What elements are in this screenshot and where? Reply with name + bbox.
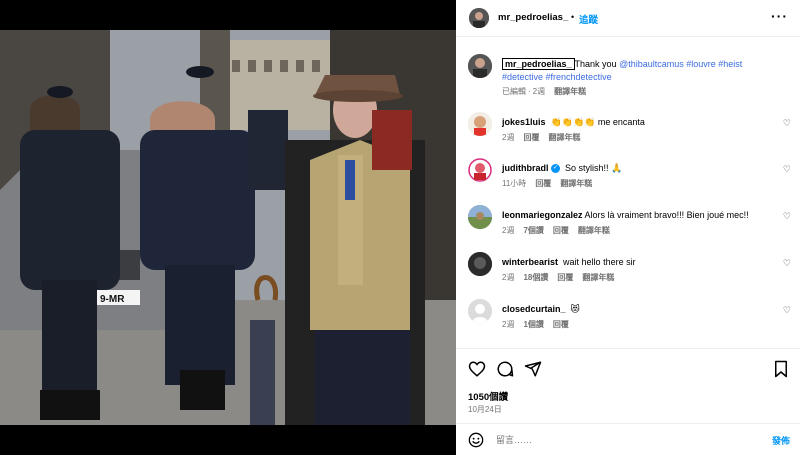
translate-button[interactable]: 翻譯年糕 xyxy=(582,273,614,282)
author-avatar[interactable] xyxy=(469,8,489,28)
emoji-icon[interactable] xyxy=(468,432,484,448)
comment-body: wait hello there sir xyxy=(563,257,636,267)
comment-like-heart-icon[interactable]: ♡ xyxy=(783,164,791,175)
reply-button[interactable]: 回覆 xyxy=(553,226,569,235)
comment-meta: 11小時 回覆 翻譯年糕 xyxy=(502,178,601,189)
translate-button[interactable]: 翻譯年糕 xyxy=(578,226,610,235)
comment-username[interactable]: judithbradl xyxy=(502,163,549,173)
comment-meta: 2週 7個讚 回覆 翻譯年糕 xyxy=(502,225,619,236)
comment-likes-count[interactable]: 18個讚 xyxy=(523,273,548,282)
comment-text: jokes1luis 👏👏👏👏 me encanta xyxy=(502,116,772,129)
comment-text: closedcurtain_ 😻 xyxy=(502,303,772,316)
comment-time[interactable]: 2週 xyxy=(502,226,514,235)
comment-text: winterbearist wait hello there sir xyxy=(502,256,772,269)
comment-text: leonmariegonzalez Alors là vraiment brav… xyxy=(502,209,772,222)
comment-like-heart-icon[interactable]: ♡ xyxy=(783,211,791,222)
comment-time[interactable]: 11小時 xyxy=(502,179,526,188)
edited-label: 已編輯 xyxy=(502,87,526,96)
comment-like-heart-icon[interactable]: ♡ xyxy=(783,305,791,316)
comment-username[interactable]: winterbearist xyxy=(502,257,558,267)
post-photo[interactable]: 9-MR xyxy=(0,0,456,455)
comment-like-heart-icon[interactable]: ♡ xyxy=(783,258,791,269)
comment-avatar[interactable] xyxy=(468,112,492,136)
comment-time[interactable]: 2週 xyxy=(502,273,514,282)
caption-time[interactable]: 2週 xyxy=(533,87,545,96)
caption-body: Thank you xyxy=(574,59,620,69)
caption-meta-separator: · xyxy=(528,87,531,96)
reply-button[interactable]: 回覆 xyxy=(535,179,551,188)
follow-button[interactable]: 追蹤 xyxy=(579,12,598,26)
bookmark-icon[interactable] xyxy=(772,360,790,378)
comment-icon[interactable] xyxy=(496,360,514,378)
caption-hashtags-2[interactable]: #detective #frenchdetective xyxy=(502,72,612,82)
post-date[interactable]: 10月24日 xyxy=(468,404,502,415)
author-username[interactable]: mr_pedroelias_ xyxy=(498,12,568,23)
comment-likes-count[interactable]: 1個讚 xyxy=(523,320,543,329)
comment-body: 👏👏👏👏 me encanta xyxy=(550,117,645,127)
caption-meta: 已編輯 · 2週 翻譯年糕 xyxy=(502,86,595,97)
comment-body: 😻 xyxy=(570,304,580,314)
comment-avatar[interactable] xyxy=(468,205,492,229)
verified-badge-icon: ✓ xyxy=(551,164,561,174)
caption-avatar[interactable] xyxy=(468,54,492,78)
comment-text: judithbradl ✓ So stylish!! 🙏 xyxy=(502,162,772,175)
post-details-panel: mr_pedroelias_ • 追蹤 ··· mr_pedroelias_ Th… xyxy=(456,0,800,455)
post-comment-button[interactable]: 發佈 xyxy=(772,434,790,447)
comment-time[interactable]: 2週 xyxy=(502,133,514,142)
share-icon[interactable] xyxy=(524,360,542,378)
caption-translate[interactable]: 翻譯年糕 xyxy=(554,87,586,96)
comment-avatar[interactable] xyxy=(468,252,492,276)
comment-input[interactable] xyxy=(496,433,746,447)
comment-meta: 2週 18個讚 回覆 翻譯年糕 xyxy=(502,272,623,283)
comment-username[interactable]: jokes1luis xyxy=(502,117,546,127)
add-comment-bar: 發佈 xyxy=(456,423,800,455)
comment-avatar[interactable] xyxy=(468,158,492,182)
post-actions: 1050個讚 10月24日 xyxy=(456,348,800,432)
more-options-icon[interactable]: ··· xyxy=(771,8,788,24)
comment-meta: 2週 1個讚 回覆 xyxy=(502,319,578,330)
heart-icon[interactable] xyxy=(468,360,486,378)
comment-time[interactable]: 2週 xyxy=(502,320,514,329)
comment-avatar[interactable] xyxy=(468,299,492,323)
comment-username[interactable]: closedcurtain_ xyxy=(502,304,566,314)
comments-list[interactable]: mr_pedroelias_ Thank you @thibaultcamus #… xyxy=(456,38,800,348)
reply-button[interactable]: 回覆 xyxy=(557,273,573,282)
svg-text:9-MR: 9-MR xyxy=(100,294,125,305)
caption-hashtags[interactable]: #louvre #heist xyxy=(684,59,742,69)
likes-count[interactable]: 1050個讚 xyxy=(468,389,508,403)
reply-button[interactable]: 回覆 xyxy=(523,133,539,142)
comment-username[interactable]: leonmariegonzalez xyxy=(502,210,583,220)
comment-likes-count[interactable]: 7個讚 xyxy=(523,226,543,235)
comment-like-heart-icon[interactable]: ♡ xyxy=(783,118,791,129)
translate-button[interactable]: 翻譯年糕 xyxy=(548,133,580,142)
caption-username[interactable]: mr_pedroelias_ xyxy=(502,58,575,70)
comment-body: So stylish!! 🙏 xyxy=(565,163,623,173)
translate-button[interactable]: 翻譯年糕 xyxy=(560,179,592,188)
post-header: mr_pedroelias_ • 追蹤 ··· xyxy=(456,0,800,37)
comment-body: Alors là vraiment bravo!!! Bien joué mec… xyxy=(584,210,749,220)
caption-text: mr_pedroelias_ Thank you @thibaultcamus #… xyxy=(502,58,772,84)
caption-mention[interactable]: @thibaultcamus xyxy=(619,59,684,69)
post-photo-image: 9-MR xyxy=(0,0,456,455)
instagram-post-view: 9-MR mr_pedroelias_ • 追蹤 ··· mr_pedroeli… xyxy=(0,0,800,455)
reply-button[interactable]: 回覆 xyxy=(553,320,569,329)
header-separator: • xyxy=(571,12,575,22)
comment-meta: 2週 回覆 翻譯年糕 xyxy=(502,132,589,143)
